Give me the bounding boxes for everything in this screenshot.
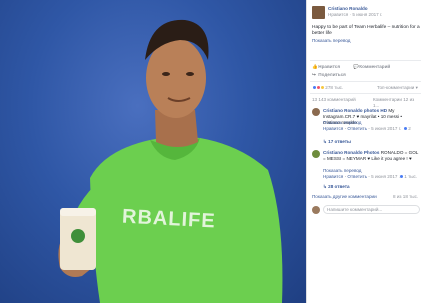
comment-replies-link[interactable]: ↳ 17 ответы <box>323 139 351 144</box>
post-text: Happy to be part of Team Herbalife – nut… <box>312 25 420 36</box>
comment-action[interactable]: 💬 Комментарий <box>353 64 420 70</box>
comment-avatar[interactable] <box>312 108 320 116</box>
post-side-panel: Cristiano Ronaldo Нравится · 5 июня 2017… <box>306 0 424 303</box>
comment-time: 5 июня 2017 г. <box>371 126 402 131</box>
author-name[interactable]: Cristiano Ronaldo <box>328 6 368 11</box>
post-photo[interactable]: RBALIFE <box>0 0 306 303</box>
share-icon: ↪ <box>312 72 316 78</box>
comment-input[interactable]: Напишите комментарий... <box>323 205 420 214</box>
comment-sort-dropdown[interactable]: Топ-комментарии ▾ <box>377 85 418 90</box>
author-avatar[interactable] <box>312 6 325 19</box>
divider <box>310 81 421 82</box>
post-time[interactable]: 5 июня 2017 г. <box>352 12 382 17</box>
reactions-count: 278 тыс. <box>325 85 344 90</box>
share-action[interactable]: ↪ Поделиться <box>312 72 420 78</box>
comment-reply-link[interactable]: Ответить <box>347 126 367 131</box>
divider <box>310 60 421 61</box>
comment-like-link[interactable]: Нравится <box>323 174 343 179</box>
comment-avatar[interactable] <box>312 150 320 158</box>
comment-author[interactable]: Cristiano Ronaldo Photos <box>323 150 379 155</box>
comment-author[interactable]: Cristiano Ronaldo photos HD <box>323 108 387 113</box>
current-user-avatar <box>312 206 320 214</box>
comment-2: Cristiano Ronaldo Photos RONALDO = GOL =… <box>323 150 420 162</box>
comment-likes: 2 <box>408 126 411 131</box>
comment-likes: 1 тыс. <box>404 174 418 179</box>
comments-pager[interactable]: Комментарии 12 из 1... <box>373 97 414 108</box>
comment-like-link[interactable]: Нравится <box>323 126 343 131</box>
divider <box>310 93 421 94</box>
comments-page-count: 8 из 18 тыс. <box>393 194 419 199</box>
comment-reply-link[interactable]: Ответить <box>347 174 367 179</box>
comment-input-placeholder: Напишите комментарий... <box>327 207 383 212</box>
comment-translate-link[interactable]: Показать перевод <box>323 168 361 173</box>
more-comments-link[interactable]: Показать другие комментарии <box>312 194 377 199</box>
comment-time: 5 июня 2017 г. <box>371 174 402 179</box>
comment-translate-link[interactable]: Показать перевод <box>323 120 361 125</box>
follow-label[interactable]: Нравится <box>328 12 348 17</box>
comments-count: 13 143 комментарий <box>312 97 356 102</box>
comment-icon: 💬 <box>353 64 359 70</box>
comment-replies-link[interactable]: ↳ 28 ответа <box>323 184 350 189</box>
translate-link[interactable]: Показать перевод <box>312 38 350 43</box>
shirt-logo-text: RBALIFE <box>121 205 217 233</box>
thumbs-up-icon: 👍 <box>312 64 318 70</box>
photo-illustration <box>58 19 283 303</box>
